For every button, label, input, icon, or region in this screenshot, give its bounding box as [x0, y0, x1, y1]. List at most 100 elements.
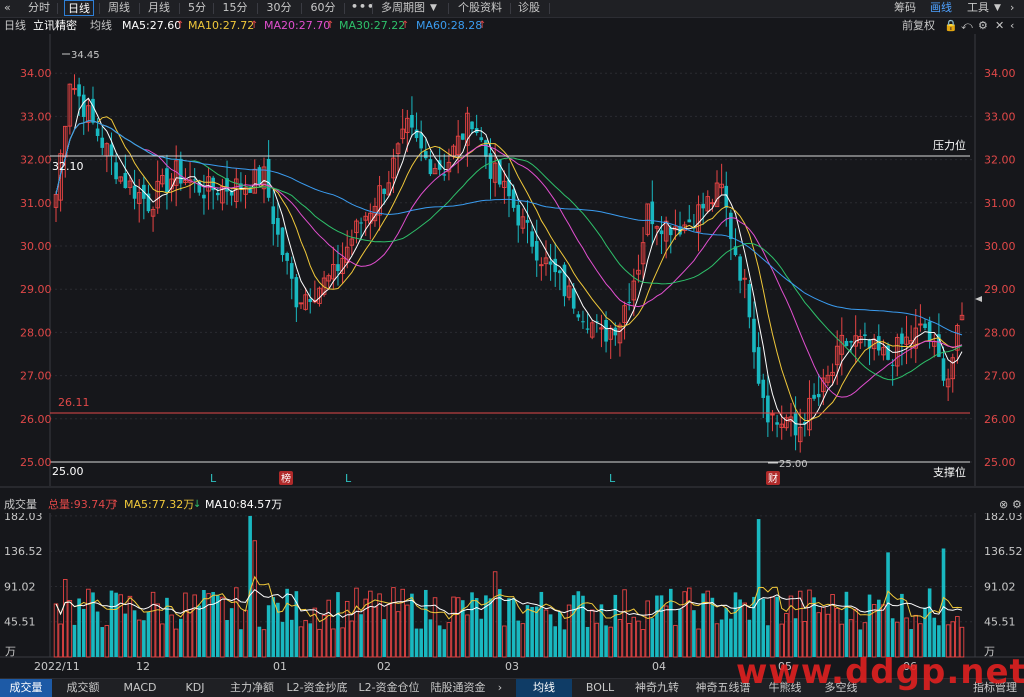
- multi-period-button[interactable]: 多周期图: [380, 0, 426, 16]
- candle-body: [927, 321, 932, 342]
- tab-monthly[interactable]: 月线: [144, 0, 174, 16]
- volume-bar: [673, 624, 678, 658]
- tab-kdj[interactable]: KDJ: [170, 679, 220, 697]
- caret-down-icon[interactable]: ▼: [994, 0, 1001, 16]
- volume-bar: [589, 609, 595, 658]
- diagnose-button[interactable]: 诊股: [515, 0, 543, 16]
- tab-boll[interactable]: BOLL: [574, 679, 626, 697]
- volume-bar: [474, 598, 479, 657]
- candle-body: [114, 162, 118, 180]
- tab-northbound[interactable]: 陆股通资金: [426, 679, 490, 697]
- volume-bar: [585, 626, 590, 657]
- volume-bar: [368, 590, 373, 658]
- tab-l2-bottom[interactable]: L2-资金抄底: [282, 679, 352, 697]
- volume-bar: [622, 589, 627, 658]
- volume-bar: [336, 592, 340, 657]
- volume-bar: [613, 594, 618, 657]
- price-tick: 33.00: [20, 110, 52, 123]
- undo-icon[interactable]: ⤺: [961, 18, 973, 34]
- volume-bar: [479, 618, 484, 657]
- volume-bar: [663, 605, 669, 658]
- chips-button[interactable]: 筹码: [894, 0, 916, 16]
- candlestick-chart[interactable]: 34.00 33.00 32.00 31.00 30.00 29.00 28.00 27.00…: [0, 34, 1024, 494]
- chevron-left-icon[interactable]: ‹: [1010, 18, 1014, 34]
- lock-icon[interactable]: 🔒: [944, 18, 958, 34]
- candle-body: [419, 132, 423, 149]
- tab-macd[interactable]: MACD: [114, 679, 166, 697]
- volume-bar: [696, 628, 701, 658]
- volume-bar: [558, 612, 562, 657]
- tab-magic-nine[interactable]: 神奇九转: [628, 679, 686, 697]
- volume-bar: [220, 596, 225, 658]
- candle-body: [484, 140, 488, 157]
- volume-bar: [127, 595, 133, 658]
- tab-60min[interactable]: 60分: [306, 0, 340, 16]
- low-label: 25.00: [779, 459, 808, 470]
- indicator-name[interactable]: 均线: [90, 18, 112, 34]
- arrow-down-icon: ↓: [193, 499, 202, 510]
- volume-chart[interactable]: 182.03 182.03 136.52 136.52 91.02 91.02 45.51 4…: [0, 513, 1024, 658]
- adjust-mode[interactable]: 前复权: [902, 18, 935, 34]
- volume-bar: [442, 629, 447, 657]
- event-marker-l[interactable]: L: [345, 472, 352, 485]
- volume-tick: 182.03: [984, 513, 1023, 523]
- volume-bar: [271, 597, 276, 657]
- event-marker-bang[interactable]: 榜: [281, 472, 291, 485]
- close-icon[interactable]: ✕: [995, 18, 1004, 34]
- candles: [53, 74, 965, 453]
- tab-ma[interactable]: 均线: [516, 679, 572, 697]
- volume-bar: [927, 588, 932, 657]
- chevron-right-icon[interactable]: ›: [493, 679, 507, 697]
- volume-bar: [77, 598, 81, 657]
- volume-bar: [543, 609, 549, 658]
- high-label: 34.45: [71, 50, 100, 61]
- settings-icon[interactable]: ⚙: [978, 18, 988, 34]
- tab-fenshi[interactable]: 分时: [24, 0, 54, 16]
- candle-body: [414, 129, 419, 139]
- tab-l2-position[interactable]: L2-资金仓位: [354, 679, 424, 697]
- volume-bar: [58, 623, 63, 658]
- volume-title[interactable]: 成交量: [4, 497, 37, 513]
- date-label: 04: [652, 660, 666, 673]
- volume-bar: [775, 596, 779, 657]
- event-marker-l[interactable]: L: [609, 472, 616, 485]
- caret-down-icon[interactable]: ▼: [430, 0, 437, 16]
- candle-body: [192, 179, 197, 181]
- tools-button[interactable]: 工具: [967, 0, 989, 16]
- candle-body: [604, 319, 608, 342]
- ma60-line: [55, 120, 963, 336]
- price-grid: [50, 72, 975, 463]
- volume-bar: [62, 579, 68, 658]
- volume-bar: [770, 596, 775, 658]
- draw-line-button[interactable]: 画线: [930, 0, 952, 16]
- ma20-label: MA20:27.70: [264, 19, 331, 32]
- tab-15min[interactable]: 15分: [218, 0, 252, 16]
- volume-bar: [239, 629, 243, 657]
- candle-body: [202, 194, 206, 199]
- volume-bar: [252, 540, 258, 658]
- stock-profile-button[interactable]: 个股资料: [455, 0, 505, 16]
- tab-volume[interactable]: 成交量: [0, 679, 52, 697]
- event-marker-cai[interactable]: 财: [768, 472, 778, 485]
- candle-body: [890, 364, 895, 366]
- candle-body: [109, 144, 114, 156]
- candle-body: [752, 318, 756, 353]
- close-icon[interactable]: ⊗: [999, 497, 1008, 513]
- volume-bar: [72, 624, 77, 657]
- tab-main-net[interactable]: 主力净额: [224, 679, 280, 697]
- volume-bar: [659, 595, 664, 657]
- tab-30min[interactable]: 30分: [262, 0, 296, 16]
- stock-name: 立讯精密: [33, 19, 77, 32]
- candle-body: [470, 121, 474, 130]
- event-marker-l[interactable]: L: [210, 472, 217, 485]
- double-chevron-left-icon[interactable]: «: [4, 0, 11, 16]
- volume-bar: [123, 613, 128, 657]
- tab-daily[interactable]: 日线: [64, 0, 94, 16]
- tab-5min[interactable]: 5分: [184, 0, 210, 16]
- tab-turnover[interactable]: 成交额: [56, 679, 110, 697]
- volume-bar: [419, 628, 423, 657]
- tab-weekly[interactable]: 周线: [104, 0, 134, 16]
- settings-icon[interactable]: ⚙: [1012, 497, 1022, 513]
- candle-body: [659, 230, 664, 235]
- chevron-right-icon[interactable]: ›: [1010, 0, 1014, 16]
